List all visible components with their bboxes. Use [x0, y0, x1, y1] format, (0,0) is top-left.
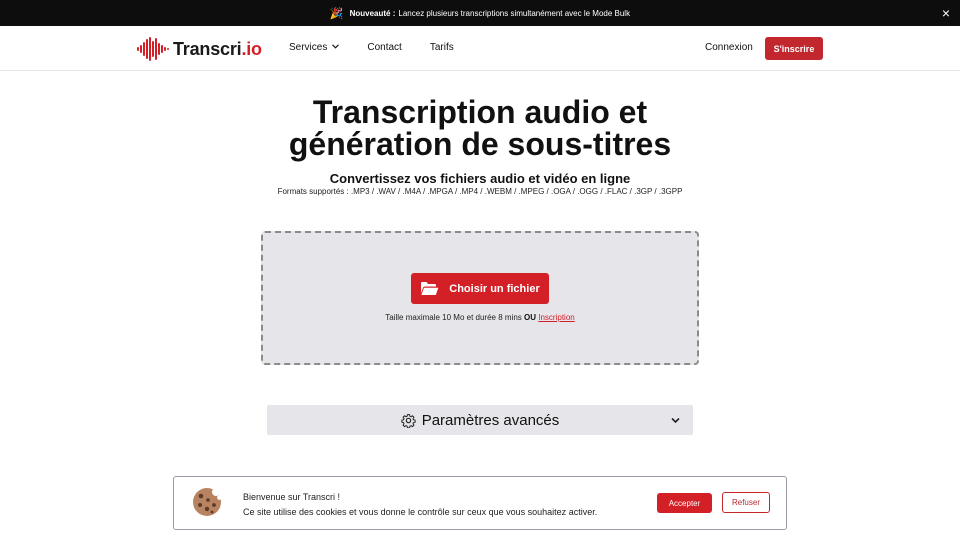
page-title: Transcription audio et génération de sou… [288, 94, 672, 162]
logo-text: Transcri.io [173, 38, 262, 59]
signup-button[interactable]: S'inscrire [765, 37, 823, 60]
announcement-text: Lancez plusieurs transcriptions simultan… [398, 8, 631, 18]
announcement-bar: 🎉 Nouveauté : Lancez plusieurs transcrip… [0, 0, 960, 26]
login-link[interactable]: Connexion [705, 42, 753, 53]
menu-item-tarifs[interactable]: Tarifs [430, 42, 454, 53]
party-popper-icon: 🎉 [329, 7, 344, 20]
choose-file-button[interactable]: Choisir un fichier [411, 273, 549, 304]
accept-cookies-button[interactable]: Accepter [657, 493, 712, 513]
cookie-welcome: Bienvenue sur Transcri ! [243, 492, 341, 502]
cookie-message: Bienvenue sur Transcri ! Ce site utilise… [243, 490, 597, 520]
cookie-description: Ce site utilise des cookies et vous donn… [243, 507, 598, 517]
soundwave-logo-icon [137, 37, 169, 61]
gear-icon [401, 413, 416, 428]
supported-formats: Formats supportés : .MP3 / .WAV / .M4A /… [277, 187, 683, 196]
upload-limit-text: Taille maximale 10 Mo et durée 8 mins OU… [385, 313, 575, 322]
refuse-cookies-button[interactable]: Refuser [722, 492, 770, 513]
menu-item-contact[interactable]: Contact [367, 42, 401, 53]
page-subtitle: Convertissez vos fichiers audio et vidéo… [329, 171, 631, 186]
main-menu: Services Contact Tarifs [289, 42, 482, 53]
logo[interactable]: Transcri.io [137, 37, 262, 61]
cookie-banner: Bienvenue sur Transcri ! Ce site utilise… [173, 476, 787, 530]
advanced-settings-label: Paramètres avancés [421, 411, 560, 429]
menu-item-services[interactable]: Services [289, 42, 340, 53]
navbar: Transcri.io Services Contact Tarifs Conn… [0, 26, 960, 71]
signup-link[interactable]: Inscription [538, 313, 574, 322]
chevron-down-icon [670, 413, 681, 431]
chevron-down-icon [332, 44, 340, 51]
announcement-label: Nouveauté : [349, 8, 396, 18]
cookie-icon [193, 488, 222, 516]
advanced-settings-toggle[interactable]: Paramètres avancés [267, 405, 693, 435]
folder-open-icon [421, 282, 439, 295]
close-icon[interactable]: × [942, 4, 950, 22]
upload-dropzone[interactable]: Choisir un fichier Taille maximale 10 Mo… [261, 231, 699, 365]
